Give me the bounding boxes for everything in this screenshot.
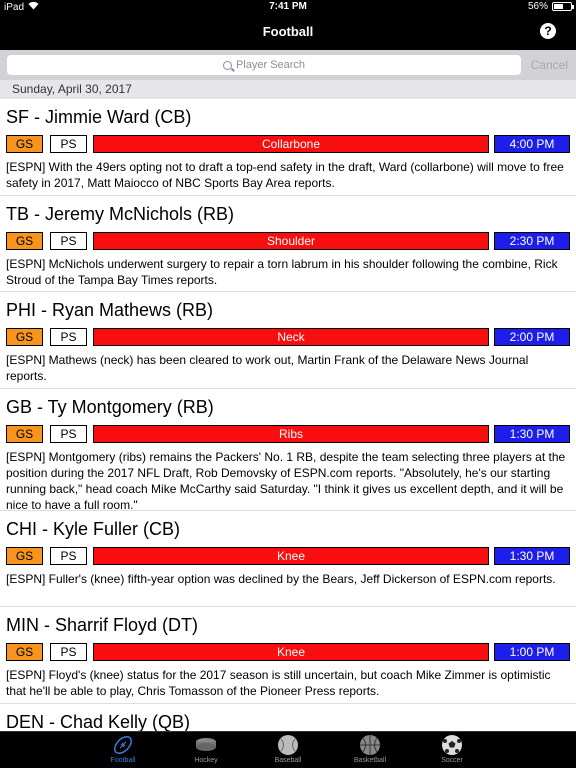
tab-label: Basketball <box>353 757 387 764</box>
search-bar: Player Search Cancel <box>0 50 576 80</box>
injury-label: Knee <box>93 546 489 565</box>
news-text: [ESPN] Montgomery (ribs) remains the Pac… <box>6 449 566 512</box>
list-item[interactable]: PHI - Ryan Mathews (RB) GS PS Neck 2:00 … <box>0 292 576 389</box>
gs-button[interactable]: GS <box>6 231 43 250</box>
news-text: [ESPN] McNichols underwent surgery to re… <box>6 256 558 287</box>
status-time: 7:41 PM <box>269 1 307 12</box>
news-text: [ESPN] Floyd's (knee) status for the 201… <box>6 668 551 698</box>
injury-label: Shoulder <box>93 231 489 250</box>
time-label: 1:30 PM <box>494 424 570 443</box>
status-bar: iPad 7:41 PM 56% <box>0 0 576 14</box>
list-item[interactable]: SF - Jimmie Ward (CB) GS PS Collarbone 4… <box>0 99 576 196</box>
gs-button[interactable]: GS <box>6 546 43 565</box>
news-text: [ESPN] Mathews (neck) has been cleared t… <box>6 353 529 383</box>
search-placeholder: Player Search <box>235 59 306 71</box>
soccer-ball-icon <box>442 735 462 755</box>
list-item[interactable]: DEN - Chad Kelly (QB) <box>0 704 576 732</box>
tab-soccer[interactable]: Soccer <box>422 734 482 764</box>
tab-baseball[interactable]: Baseball <box>258 734 318 764</box>
time-label: 1:30 PM <box>494 546 570 565</box>
ps-button[interactable]: PS <box>50 135 87 153</box>
time-label: 1:00 PM <box>494 643 570 661</box>
news-text: [ESPN] With the 49ers opting not to draf… <box>6 160 564 190</box>
time-label: 4:00 PM <box>494 135 570 153</box>
player-name: SF - Jimmie Ward (CB) <box>6 107 192 127</box>
gs-button[interactable]: GS <box>6 328 43 346</box>
tab-label: Football <box>110 757 136 764</box>
time-label: 2:00 PM <box>494 328 570 346</box>
injury-label: Collarbone <box>93 135 489 153</box>
list-item[interactable]: TB - Jeremy McNichols (RB) GS PS Shoulde… <box>0 196 576 292</box>
football-icon <box>114 736 132 754</box>
player-name: TB - Jeremy McNichols (RB) <box>6 203 235 224</box>
ps-button[interactable]: PS <box>50 643 87 661</box>
search-icon <box>222 60 232 70</box>
battery-icon <box>552 2 574 11</box>
ps-button[interactable]: PS <box>50 328 87 346</box>
player-name: MIN - Sharrif Floyd (DT) <box>6 615 199 635</box>
search-input[interactable]: Player Search <box>7 55 521 75</box>
tab-label: Baseball <box>274 757 302 764</box>
player-name: DEN - Chad Kelly (QB) <box>6 711 191 732</box>
cancel-button[interactable]: Cancel <box>531 58 568 72</box>
ps-button[interactable]: PS <box>50 231 87 250</box>
hockey-puck-icon <box>196 738 216 751</box>
injury-list[interactable]: SF - Jimmie Ward (CB) GS PS Collarbone 4… <box>0 99 576 731</box>
tab-bar: Football Hockey Baseball Basketball Socc… <box>0 731 576 768</box>
player-name: PHI - Ryan Mathews (RB) <box>6 300 214 320</box>
page-title: Football <box>262 24 314 39</box>
date-section-header: Sunday, April 30, 2017 <box>0 80 576 99</box>
gs-button[interactable]: GS <box>6 135 43 153</box>
tab-label: Soccer <box>441 757 463 764</box>
basketball-icon <box>360 735 380 755</box>
list-item[interactable]: GB - Ty Montgomery (RB) GS PS Ribs 1:30 … <box>0 389 576 512</box>
tab-label: Hockey <box>194 757 218 764</box>
injury-label: Neck <box>93 328 489 346</box>
tab-basketball[interactable]: Basketball <box>340 734 400 764</box>
navigation-bar: Football ? <box>0 14 576 50</box>
battery-percent: 56% <box>527 1 548 12</box>
ps-button[interactable]: PS <box>50 424 87 443</box>
list-item[interactable]: CHI - Kyle Fuller (CB) GS PS Knee 1:30 P… <box>0 511 576 607</box>
injury-label: Ribs <box>93 424 489 443</box>
tab-hockey[interactable]: Hockey <box>176 734 236 764</box>
injury-label: Knee <box>93 643 489 661</box>
player-name: CHI - Kyle Fuller (CB) <box>6 518 181 539</box>
time-label: 2:30 PM <box>494 231 570 250</box>
baseball-icon <box>278 735 298 755</box>
news-text: [ESPN] Fuller's (knee) fifth-year option… <box>6 571 556 586</box>
gs-button[interactable]: GS <box>6 424 43 443</box>
tab-football[interactable]: Football <box>93 734 153 764</box>
gs-button[interactable]: GS <box>6 643 43 661</box>
ps-button[interactable]: PS <box>50 546 87 565</box>
help-button[interactable]: ? <box>540 23 556 39</box>
player-name: GB - Ty Montgomery (RB) <box>6 396 214 417</box>
list-item[interactable]: MIN - Sharrif Floyd (DT) GS PS Knee 1:00… <box>0 607 576 704</box>
